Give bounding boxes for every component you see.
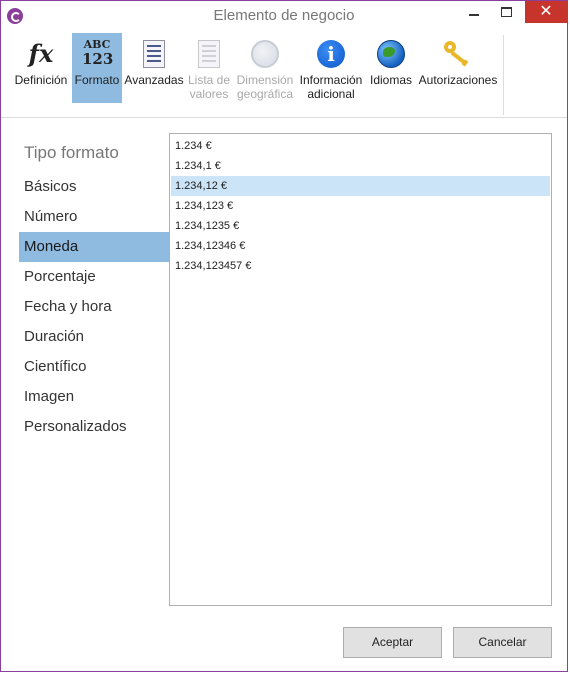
tab-avanzadas[interactable]: Avanzadas: [124, 33, 184, 101]
tab-definicion[interactable]: fx Definición: [11, 33, 71, 101]
tab-label: Idiomas: [369, 73, 413, 87]
accept-button[interactable]: Aceptar: [343, 627, 442, 658]
tab-lista-de-valores[interactable]: Lista de valores: [185, 33, 233, 101]
format-list-item[interactable]: 1.234,1 €: [171, 156, 550, 176]
tab-informacion-adicional[interactable]: i Información adicional: [297, 33, 365, 101]
format-type-heading: Tipo formato: [24, 143, 119, 162]
globe-icon: [250, 39, 280, 69]
format-list-item[interactable]: 1.234,123457 €: [171, 256, 550, 276]
maximize-button[interactable]: [491, 1, 521, 23]
format-type-item-selected[interactable]: Moneda: [19, 232, 169, 262]
format-list-item[interactable]: 1.234 €: [171, 136, 550, 156]
dialog-window: Elemento de negocio ✕ fx Definición ABC 1…: [0, 0, 568, 672]
cancel-button[interactable]: Cancelar: [453, 627, 552, 658]
key-icon: [443, 39, 473, 69]
format-type-list: Básicos Número Moneda Porcentaje Fecha y…: [19, 172, 169, 442]
toolbar: fx Definición ABC 123 Formato Avanzadas L…: [1, 31, 567, 118]
format-list[interactable]: 1.234 € 1.234,1 € 1.234,12 € 1.234,123 €…: [169, 133, 552, 606]
world-globe-icon: [376, 39, 406, 69]
format-type-item[interactable]: Científico: [19, 352, 169, 382]
toolbar-divider: [503, 35, 504, 115]
tab-label: Autorizaciones: [418, 73, 498, 87]
function-fx-icon: fx: [28, 39, 54, 68]
tab-formato[interactable]: ABC 123 Formato: [72, 33, 122, 103]
advanced-document-icon: [139, 39, 169, 69]
format-type-item[interactable]: Duración: [19, 322, 169, 352]
tab-label: Formato: [74, 73, 120, 87]
format-type-item[interactable]: Número: [19, 202, 169, 232]
format-list-item[interactable]: 1.234,12346 €: [171, 236, 550, 256]
format-type-item[interactable]: Imagen: [19, 382, 169, 412]
tab-label: Información adicional: [299, 73, 363, 101]
tab-label: Dimensión geográfica: [236, 73, 294, 101]
close-button[interactable]: ✕: [525, 1, 567, 23]
format-type-item[interactable]: Porcentaje: [19, 262, 169, 292]
format-list-item[interactable]: 1.234,123 €: [171, 196, 550, 216]
tab-label: Lista de valores: [187, 73, 231, 101]
close-icon: ✕: [539, 3, 553, 20]
format-type-item[interactable]: Fecha y hora: [19, 292, 169, 322]
minimize-button[interactable]: [459, 1, 489, 23]
tab-label: Avanzadas: [124, 73, 184, 87]
format-type-item[interactable]: Personalizados: [19, 412, 169, 442]
format-list-item[interactable]: 1.234,1235 €: [171, 216, 550, 236]
format-type-item[interactable]: Básicos: [19, 172, 169, 202]
format-list-item-selected[interactable]: 1.234,12 €: [171, 176, 550, 196]
title-bar: Elemento de negocio ✕: [1, 1, 567, 31]
info-icon: i: [316, 39, 346, 69]
abc-123-format-icon: ABC 123: [82, 38, 114, 68]
tab-label: Definición: [14, 73, 68, 87]
tab-autorizaciones[interactable]: Autorizaciones: [417, 33, 499, 101]
tab-dimension-geografica[interactable]: Dimensión geográfica: [234, 33, 296, 101]
tab-idiomas[interactable]: Idiomas: [367, 33, 415, 101]
value-list-icon: [194, 39, 224, 69]
